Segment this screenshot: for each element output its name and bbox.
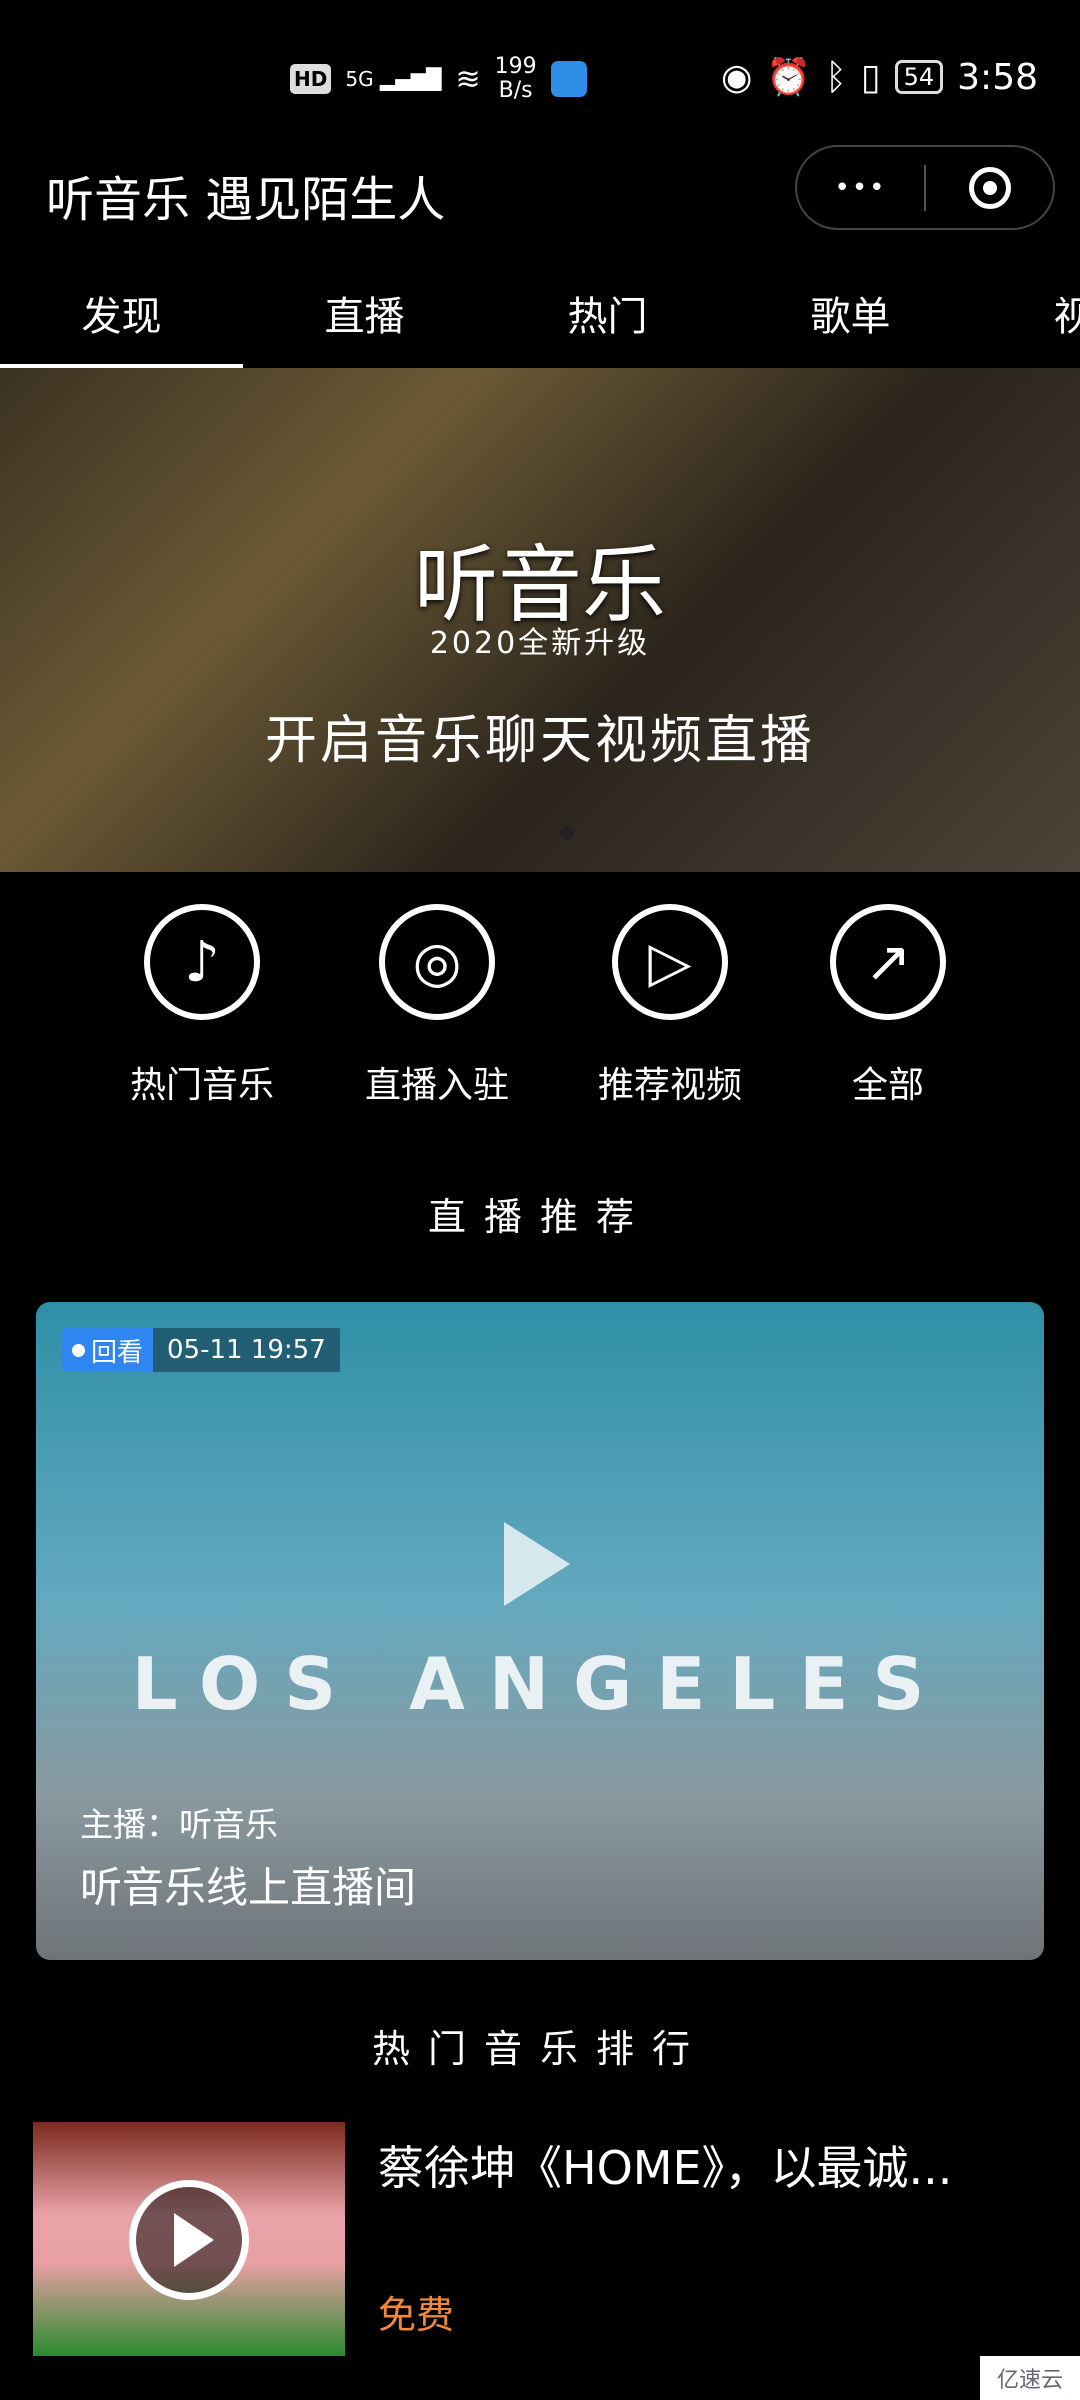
watermark: 亿速云 (980, 2356, 1080, 2400)
close-button[interactable] (926, 147, 1053, 228)
host-name: 主播：听音乐 (80, 1805, 278, 1844)
dot-icon (72, 1343, 85, 1357)
tab-live[interactable]: 直播 (243, 284, 486, 342)
wifi-icon: ≋ (455, 61, 481, 97)
music-note-icon: ♪ (144, 904, 260, 1020)
live-join-button[interactable]: ◎ 直播入驻 (337, 904, 537, 1108)
tab-discover[interactable]: 发现 (0, 284, 243, 342)
play-icon[interactable] (504, 1522, 570, 1606)
eye-icon: ◉ (720, 56, 753, 98)
tab-bar: 发现 直播 热门 歌单 视频 (0, 270, 1080, 368)
play-icon: ▷ (612, 904, 728, 1020)
live-card[interactable]: 回看 05-11 19:57 LOS ANGELES 主播：听音乐 听音乐线上直… (36, 1302, 1044, 1960)
target-icon (968, 166, 1011, 209)
hot-music-label: 热门音乐 (129, 1065, 274, 1106)
page-title: 听音乐 遇见陌生人 (46, 172, 446, 228)
song-price: 免费 (378, 2293, 455, 2337)
net-speed: 199 B/s (494, 54, 537, 103)
hd-icon: HD (290, 64, 332, 94)
all-button[interactable]: ↗ 全部 (788, 904, 988, 1108)
recommended-video-label: 推荐视频 (597, 1065, 742, 1106)
vibrate-icon: ▯ (860, 56, 881, 98)
signal-icon: 5G ▂▄▆█ (345, 67, 442, 91)
song-title[interactable]: 蔡徐坤《HOME》，以最诚... (378, 2132, 952, 2198)
battery-icon: 54 (894, 60, 944, 94)
live-join-label: 直播入驻 (364, 1065, 509, 1106)
banner-subtitle: 2020全新升级 (429, 626, 651, 661)
mini-program-capsule: ••• (795, 145, 1055, 230)
recommended-video-button[interactable]: ▷ 推荐视频 (570, 904, 770, 1108)
all-icon: ↗ (830, 904, 946, 1020)
clock: 3:58 (957, 56, 1038, 98)
tab-video[interactable]: 视频 (972, 284, 1080, 342)
badge-label: 回看 (91, 1337, 144, 1368)
status-bar: HD 5G ▂▄▆█ ≋ 199 B/s ◉ ⏰ ᛒ ▯ 54 3:58 (0, 0, 1080, 130)
hot-music-button[interactable]: ♪ 热门音乐 (102, 904, 302, 1108)
play-icon[interactable] (129, 2180, 249, 2300)
carousel-indicator (560, 826, 574, 840)
disc-icon: ◎ (379, 904, 495, 1020)
app-notification-icon (550, 61, 587, 97)
all-label: 全部 (851, 1065, 924, 1106)
replay-badge: 回看 05-11 19:57 (62, 1328, 340, 1372)
more-icon: ••• (834, 172, 887, 203)
song-thumbnail[interactable] (33, 2122, 345, 2356)
bluetooth-icon: ᛒ (825, 56, 847, 98)
banner[interactable]: 听音乐 2020全新升级 开启音乐聊天视频直播 (0, 368, 1080, 872)
section-title-live: 直播推荐 (427, 1195, 652, 1239)
tab-playlist[interactable]: 歌单 (729, 284, 972, 342)
room-title: 听音乐线上直播间 (80, 1863, 417, 1912)
alarm-icon: ⏰ (766, 57, 812, 98)
video-overlay-text: LOS ANGELES (131, 1642, 949, 1726)
live-time: 05-11 19:57 (153, 1328, 340, 1372)
banner-slogan: 开启音乐聊天视频直播 (264, 711, 815, 771)
tab-hot[interactable]: 热门 (486, 284, 729, 342)
more-button[interactable]: ••• (797, 147, 924, 228)
section-title-rank: 热门音乐排行 (371, 2027, 708, 2071)
